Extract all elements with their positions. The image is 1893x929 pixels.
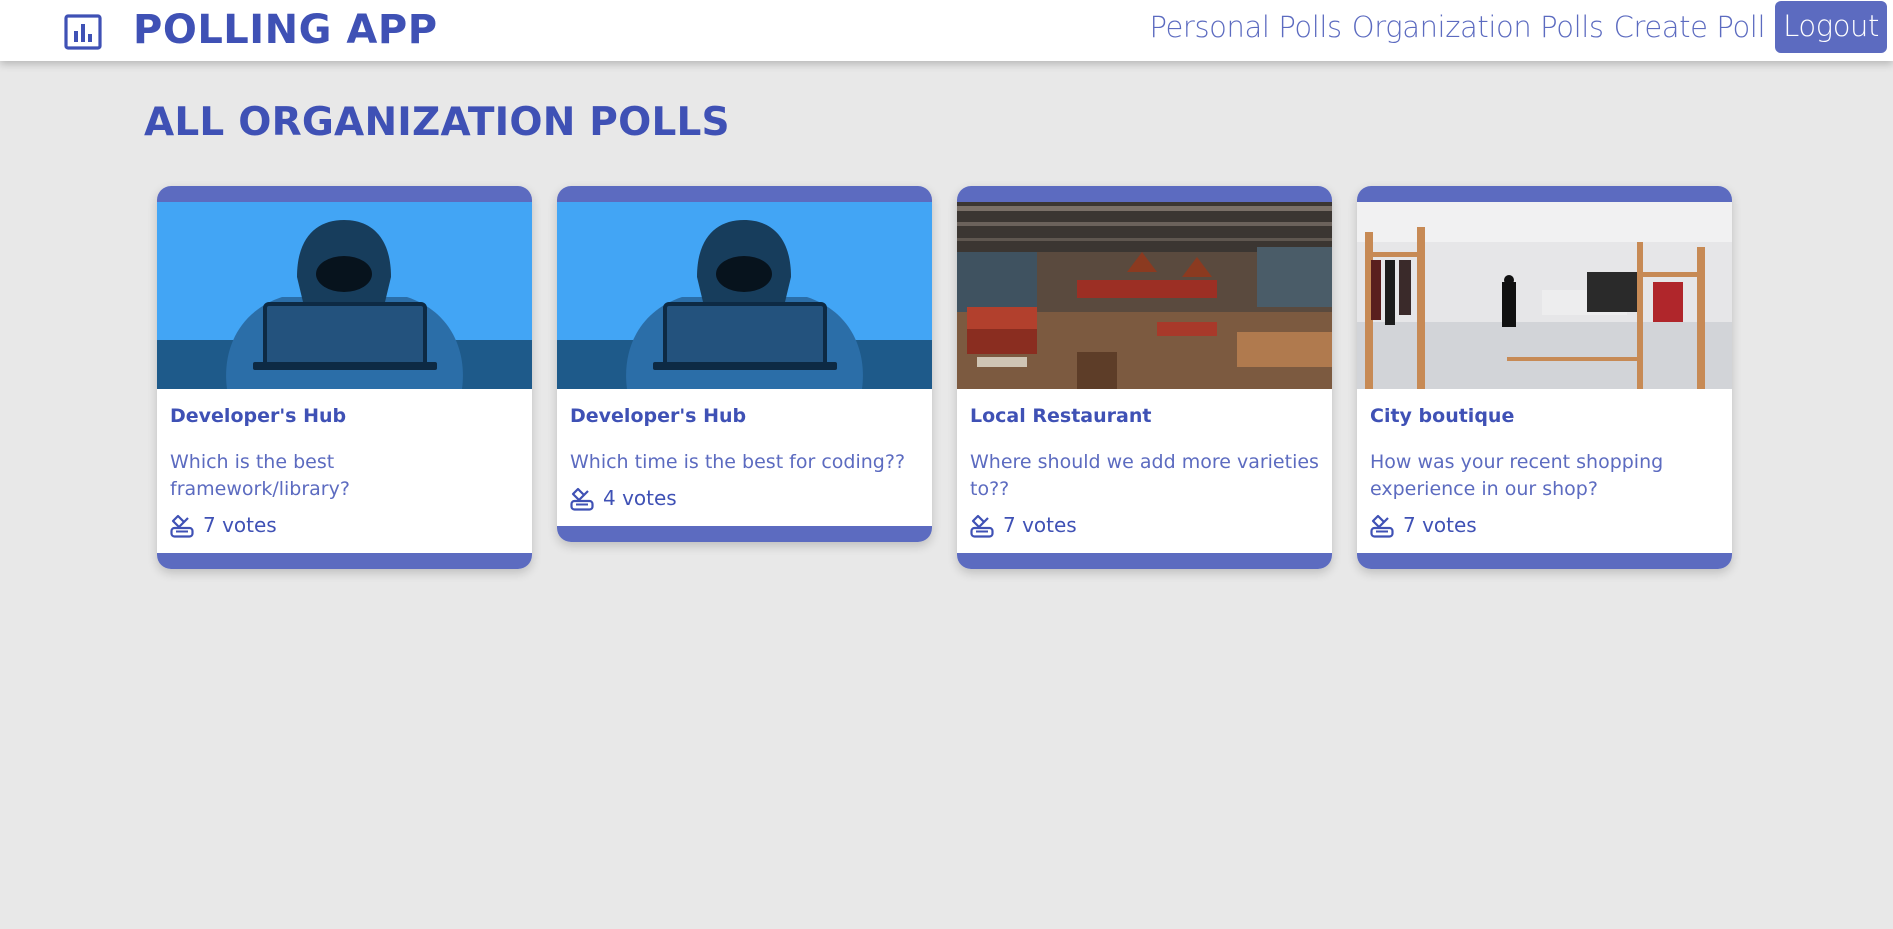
- card-body: Local Restaurant Where should we add mor…: [957, 389, 1332, 553]
- card-question: How was your recent shopping experience …: [1370, 451, 1664, 500]
- vote-count: 7 votes: [1403, 513, 1477, 537]
- poll-card[interactable]: Developer's Hub Which time is the best f…: [557, 186, 932, 542]
- card-organization: City boutique: [1370, 405, 1515, 427]
- card-votes: 7 votes: [970, 511, 1319, 539]
- vote-count: 4 votes: [603, 486, 677, 510]
- hooded-coder-image: [157, 202, 532, 389]
- card-bottom-bar: [957, 553, 1332, 569]
- card-votes: 7 votes: [1370, 511, 1719, 539]
- page-title: ALL ORGANIZATION POLLS: [144, 100, 730, 145]
- logout-button[interactable]: Logout: [1775, 1, 1887, 53]
- card-body: Developer's Hub Which time is the best f…: [557, 389, 932, 526]
- app-title[interactable]: POLLING APP: [133, 4, 438, 56]
- poll-card[interactable]: City boutique How was your recent shoppi…: [1357, 186, 1732, 569]
- card-bottom-bar: [1357, 553, 1732, 569]
- vote-count: 7 votes: [203, 513, 277, 537]
- vote-count: 7 votes: [1003, 513, 1077, 537]
- card-organization: Developer's Hub: [170, 405, 347, 427]
- card-question: Which time is the best for coding??: [570, 451, 906, 473]
- ballot-box-icon: [170, 514, 194, 538]
- card-organization: Local Restaurant: [970, 405, 1152, 427]
- top-navbar: POLLING APP Personal Polls Organization …: [0, 0, 1893, 61]
- card-top-bar: [957, 186, 1332, 202]
- ballot-box-icon: [1370, 514, 1394, 538]
- card-top-bar: [157, 186, 532, 202]
- boutique-image: [1357, 202, 1732, 389]
- nav-links: Personal Polls Organization Polls Create…: [1149, 1, 1887, 53]
- card-question: Where should we add more varieties to??: [970, 451, 1319, 500]
- nav-create-poll[interactable]: Create Poll: [1614, 2, 1766, 52]
- card-top-bar: [1357, 186, 1732, 202]
- nav-organization-polls[interactable]: Organization Polls: [1352, 2, 1604, 52]
- bar-chart-icon[interactable]: [64, 14, 102, 50]
- card-bottom-bar: [157, 553, 532, 569]
- card-bottom-bar: [557, 526, 932, 542]
- card-body: City boutique How was your recent shoppi…: [1357, 389, 1732, 553]
- hooded-coder-image: [557, 202, 932, 389]
- nav-personal-polls[interactable]: Personal Polls: [1149, 2, 1342, 52]
- restaurant-image: [957, 202, 1332, 389]
- card-votes: 4 votes: [570, 484, 919, 512]
- ballot-box-icon: [970, 514, 994, 538]
- card-votes: 7 votes: [170, 511, 519, 539]
- card-organization: Developer's Hub: [570, 405, 747, 427]
- poll-card[interactable]: Local Restaurant Where should we add mor…: [957, 186, 1332, 569]
- card-body: Developer's Hub Which is the best framew…: [157, 389, 532, 553]
- ballot-box-icon: [570, 487, 594, 511]
- card-top-bar: [557, 186, 932, 202]
- card-question: Which is the best framework/library?: [170, 451, 350, 500]
- poll-card[interactable]: Developer's Hub Which is the best framew…: [157, 186, 532, 569]
